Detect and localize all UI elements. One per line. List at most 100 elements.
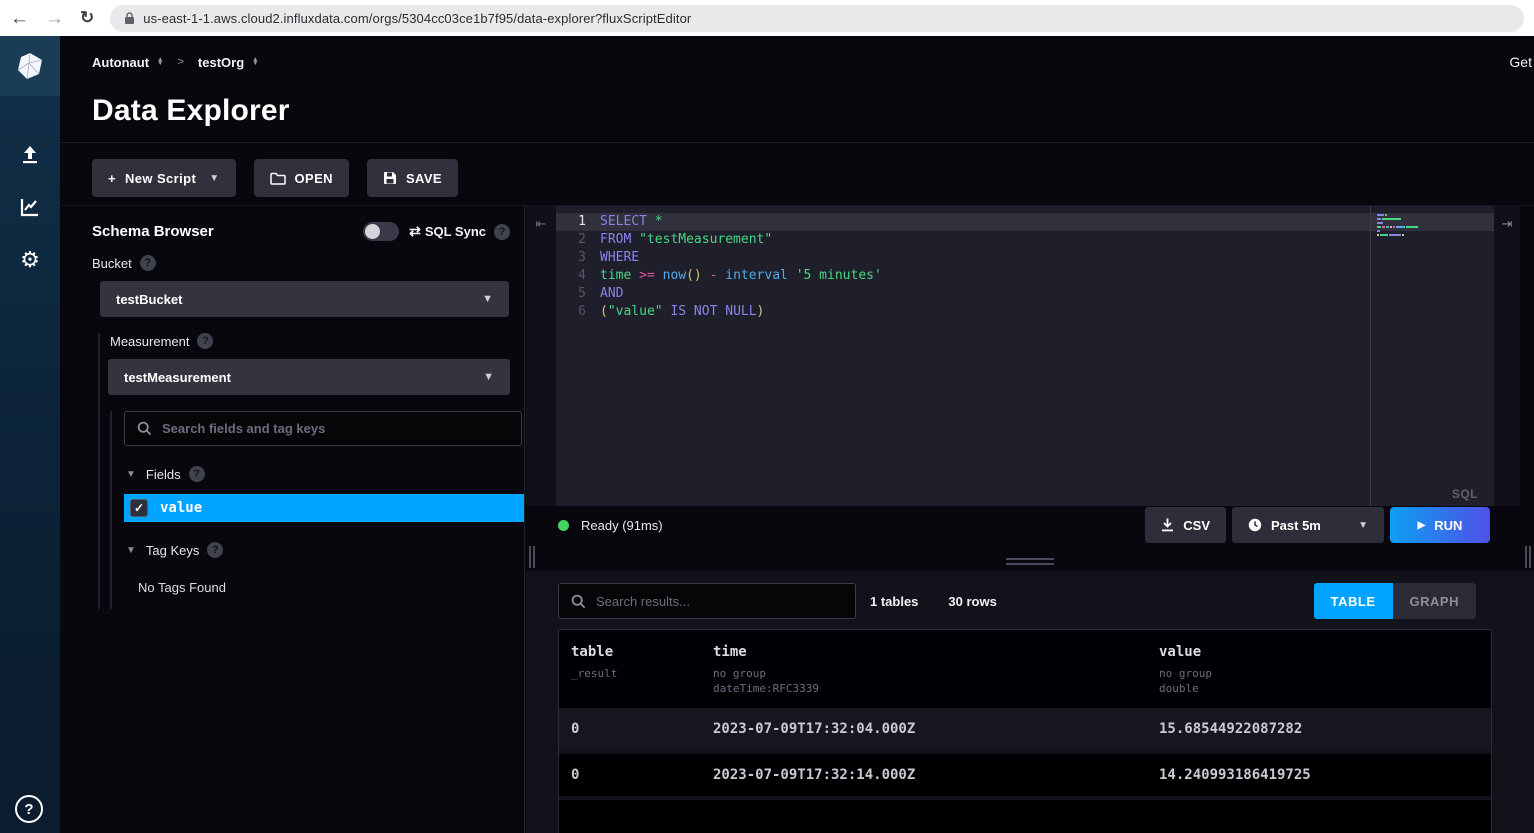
browser-url-bar[interactable]: us-east-1-1.aws.cloud2.influxdata.com/or… (110, 5, 1524, 32)
view-toggle: TABLE GRAPH (1314, 583, 1476, 619)
collapse-left-icon[interactable]: ⇤ (536, 216, 547, 231)
bucket-help-icon[interactable]: ? (140, 255, 156, 271)
breadcrumb-separator-icon: > (177, 56, 183, 68)
bucket-label: Bucket (92, 256, 132, 271)
results-search-input[interactable]: Search results... (558, 583, 856, 619)
lock-icon (124, 12, 135, 25)
save-disk-icon (383, 171, 397, 185)
table-view-button[interactable]: TABLE (1314, 583, 1393, 619)
field-value-row[interactable]: ✓ value (124, 494, 524, 522)
query-status-bar: Ready (91ms) CSV Past 5m ▼ (526, 506, 1534, 544)
table-row[interactable]: 02023-07-09T17:32:14.000Z14.240993186419… (559, 754, 1491, 796)
line-number: 1 (556, 213, 586, 231)
editor-results-pane: ⇤ 1SELECT *2FROM "testMeasurement"3WHERE… (526, 206, 1534, 833)
clock-icon (1248, 518, 1262, 532)
search-icon (137, 421, 152, 436)
chevron-down-icon: ▼ (209, 173, 219, 184)
chevron-down-icon: ▼ (1358, 520, 1368, 531)
code-line[interactable]: 3WHERE (556, 249, 1520, 267)
search-icon (571, 594, 586, 609)
folder-icon (270, 172, 286, 185)
measurement-help-icon[interactable]: ? (197, 333, 213, 349)
url-text: us-east-1-1.aws.cloud2.influxdata.com/or… (143, 11, 691, 26)
time-range-dropdown[interactable]: Past 5m ▼ (1232, 507, 1384, 543)
editor-minimap[interactable] (1377, 214, 1437, 238)
editor-expand-strip[interactable]: ⇥ (1494, 206, 1520, 506)
empty-table-row (559, 800, 1491, 833)
code-line[interactable]: 1SELECT * (556, 213, 1520, 231)
value-checkbox[interactable]: ✓ (130, 499, 148, 517)
status-dot-icon (558, 520, 569, 531)
fields-section-header[interactable]: ▼ Fields ? (112, 446, 524, 482)
code-line[interactable]: 6("value" IS NOT NULL) (556, 303, 1520, 321)
app-content: Autonaut ▲▼ > testOrg ▲▼ Get Data Explor… (60, 36, 1534, 833)
chevron-down-icon: ▼ (482, 293, 493, 305)
collapse-caret-icon: ▼ (126, 469, 136, 480)
tag-keys-section-header[interactable]: ▼ Tag Keys ? (112, 522, 524, 558)
suborg-switcher-icon[interactable]: ▲▼ (252, 58, 258, 67)
browser-back-icon[interactable]: ← (10, 9, 29, 28)
graph-view-button[interactable]: GRAPH (1393, 583, 1476, 619)
bucket-dropdown[interactable]: testBucket ▼ (100, 281, 509, 317)
chevron-down-icon: ▼ (483, 371, 494, 383)
open-button[interactable]: OPEN (254, 159, 349, 197)
browser-forward-icon[interactable]: → (45, 9, 64, 28)
line-number: 3 (556, 249, 586, 267)
sql-editor[interactable]: ⇤ 1SELECT *2FROM "testMeasurement"3WHERE… (526, 206, 1520, 506)
pane-resize-divider[interactable] (526, 544, 1534, 571)
sidebar: ⚙ ? (0, 36, 60, 833)
table-column-header: table_result (571, 644, 713, 696)
expand-right-icon[interactable]: ⇥ (1502, 216, 1513, 231)
fields-help-icon[interactable]: ? (189, 466, 205, 482)
line-number: 5 (556, 285, 586, 303)
table-column-header: valueno groupdouble (1159, 644, 1491, 696)
editor-language-label: SQL (1452, 487, 1478, 501)
tag-keys-help-icon[interactable]: ? (207, 542, 223, 558)
line-number: 4 (556, 267, 586, 285)
code-area[interactable]: 1SELECT *2FROM "testMeasurement"3WHERE4t… (556, 206, 1520, 506)
run-button[interactable]: ▶ RUN (1390, 507, 1490, 543)
code-line[interactable]: 4time >= now() - interval '5 minutes' (556, 267, 1520, 285)
left-resize-handle[interactable] (529, 546, 535, 568)
data-explorer-icon[interactable] (0, 181, 60, 233)
get-link[interactable]: Get (1509, 54, 1532, 70)
no-tags-found-text: No Tags Found (112, 558, 524, 595)
org-switcher-icon[interactable]: ▲▼ (157, 58, 163, 67)
sql-sync-help-icon[interactable]: ? (494, 224, 510, 240)
results-table[interactable]: table_resulttimeno groupdateTime:RFC3339… (558, 629, 1492, 833)
new-script-button[interactable]: + New Script ▼ (92, 159, 236, 197)
plus-icon: + (108, 171, 116, 186)
download-icon (1161, 518, 1174, 532)
schema-browser-panel: Schema Browser ⇄SQL Sync ? Bucket ? test… (60, 206, 525, 833)
line-number: 6 (556, 303, 586, 321)
line-number: 2 (556, 231, 586, 249)
schema-search-input[interactable]: Search fields and tag keys (124, 411, 522, 446)
results-table-header: table_resulttimeno groupdateTime:RFC3339… (559, 630, 1491, 708)
browser-reload-icon[interactable]: ↻ (80, 8, 94, 28)
center-drag-handle[interactable] (1006, 558, 1054, 568)
breadcrumb-org[interactable]: Autonaut (92, 55, 149, 70)
sql-sync-label: ⇄SQL Sync (409, 223, 486, 240)
table-row[interactable]: 02023-07-09T17:32:04.000Z15.685449220872… (559, 708, 1491, 750)
measurement-dropdown[interactable]: testMeasurement ▼ (108, 359, 510, 395)
upload-data-icon[interactable] (0, 128, 60, 180)
breadcrumb-suborg[interactable]: testOrg (198, 55, 244, 70)
save-button[interactable]: SAVE (367, 159, 458, 197)
code-line[interactable]: 5AND (556, 285, 1520, 303)
code-line[interactable]: 2FROM "testMeasurement" (556, 231, 1520, 249)
settings-gear-icon[interactable]: ⚙ (0, 234, 60, 286)
page-title: Data Explorer (60, 80, 1534, 142)
rows-count: 30 rows (948, 594, 996, 609)
tables-count: 1 tables (870, 594, 918, 609)
sql-sync-toggle[interactable] (363, 222, 399, 241)
script-toolbar: + New Script ▼ OPEN SAVE (60, 143, 1534, 199)
org-breadcrumb-bar: Autonaut ▲▼ > testOrg ▲▼ Get (60, 36, 1534, 80)
help-icon[interactable]: ? (15, 795, 43, 823)
collapse-caret-icon: ▼ (126, 545, 136, 556)
minimap-divider (1370, 206, 1371, 506)
results-panel: Search results... 1 tables 30 rows TABLE… (526, 571, 1534, 833)
editor-collapse-strip[interactable]: ⇤ (526, 206, 556, 506)
right-resize-handle[interactable] (1525, 546, 1531, 568)
influxdb-logo[interactable] (0, 36, 60, 96)
csv-download-button[interactable]: CSV (1145, 507, 1226, 543)
